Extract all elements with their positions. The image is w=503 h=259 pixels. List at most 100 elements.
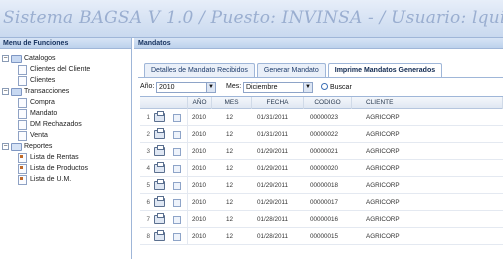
function-tree: − Catalogos Clientes del Cliente Cliente…	[0, 49, 131, 185]
row-number: 7	[146, 216, 150, 223]
document-icon	[18, 109, 27, 119]
table-row[interactable]: 5 2010 12 01/29/2011 00000018 AGRICORP	[140, 177, 503, 194]
tab-detalles-mandato-recibidos[interactable]: Detalles de Mandato Recibidos	[144, 63, 255, 77]
print-icon[interactable]	[154, 230, 165, 241]
print-icon[interactable]	[154, 111, 165, 122]
tab-imprime-mandatos-generados[interactable]: Imprime Mandatos Generados	[327, 63, 443, 77]
tree-item-venta[interactable]: Venta	[0, 130, 131, 141]
tab-generar-mandato[interactable]: Generar Mandato	[256, 63, 326, 77]
row-select-box[interactable]	[173, 199, 181, 207]
row-number: 2	[146, 131, 150, 138]
search-button[interactable]: Buscar	[321, 82, 352, 93]
cell-mes: 12	[226, 131, 234, 138]
tree-node-reportes[interactable]: − Reportes	[0, 141, 131, 152]
cell-mes: 12	[226, 114, 234, 121]
column-header-mes[interactable]: MES	[212, 97, 252, 109]
column-header-fecha[interactable]: FECHA	[252, 97, 304, 109]
tree-item-compra[interactable]: Compra	[0, 97, 131, 108]
table-row[interactable]: 4 2010 12 01/29/2011 00000020 AGRICORP	[140, 160, 503, 177]
mandatos-grid: AÑO MES FECHA CODIGO CLIENTE 1 2010 12 01/3…	[140, 96, 503, 256]
column-divider	[187, 228, 188, 245]
cell-mes: 12	[226, 182, 234, 189]
row-select-box[interactable]	[173, 165, 181, 173]
chevron-down-icon[interactable]: ▼	[206, 83, 215, 92]
print-icon[interactable]	[154, 162, 165, 173]
chevron-down-icon[interactable]: ▼	[303, 83, 312, 92]
row-select-box[interactable]	[173, 182, 181, 190]
table-row[interactable]: 3 2010 12 01/29/2011 00000021 AGRICORP	[140, 143, 503, 160]
column-divider	[187, 143, 188, 160]
cell-fecha: 01/29/2011	[257, 148, 289, 155]
tree-item-lista-de-productos[interactable]: Lista de Productos	[0, 163, 131, 174]
row-select-box[interactable]	[173, 148, 181, 156]
tree-label: Lista de U.M.	[30, 176, 72, 183]
table-row[interactable]: 1 2010 12 01/31/2011 00000023 AGRICORP	[140, 109, 503, 126]
column-header-cliente[interactable]: CLIENTE	[352, 97, 503, 109]
column-divider	[187, 160, 188, 177]
cell-ano: 2010	[192, 199, 207, 206]
tree-item-dm-rechazados[interactable]: DM Rechazados	[0, 119, 131, 130]
app-title: Sistema BAGSA V 1.0 / Puesto: INVINSA - …	[3, 8, 503, 28]
tree-label: Compra	[30, 99, 55, 106]
collapse-toggle-icon[interactable]: −	[2, 88, 9, 95]
month-select[interactable]: Diciembre ▼	[243, 82, 313, 93]
cell-mes: 12	[226, 148, 234, 155]
search-label: Buscar	[330, 84, 352, 91]
table-row[interactable]: 8 2010 12 01/28/2011 00000015 AGRICORP	[140, 228, 503, 245]
document-icon	[18, 65, 27, 75]
collapse-toggle-icon[interactable]: −	[2, 143, 9, 150]
print-icon[interactable]	[154, 179, 165, 190]
row-number: 4	[146, 165, 150, 172]
cell-mes: 12	[226, 199, 234, 206]
row-select-box[interactable]	[173, 216, 181, 224]
tree-item-lista-de-rentas[interactable]: Lista de Rentas	[0, 152, 131, 163]
print-icon[interactable]	[154, 196, 165, 207]
print-icon[interactable]	[154, 128, 165, 139]
cell-cliente: AGRICORP	[366, 199, 400, 206]
header-spacer	[140, 97, 188, 109]
collapse-toggle-icon[interactable]: −	[2, 55, 9, 62]
row-select-box[interactable]	[173, 114, 181, 122]
cell-codigo: 00000015	[310, 233, 339, 240]
cell-codigo: 00000022	[310, 131, 339, 138]
report-icon	[18, 175, 27, 185]
table-row[interactable]: 2 2010 12 01/31/2011 00000022 AGRICORP	[140, 126, 503, 143]
month-select-value: Diciembre	[246, 84, 278, 91]
tree-item-clientes-del-cliente[interactable]: Clientes del Cliente	[0, 64, 131, 75]
print-icon[interactable]	[154, 213, 165, 224]
cell-ano: 2010	[192, 216, 207, 223]
column-divider	[187, 109, 188, 126]
year-select[interactable]: 2010 ▼	[156, 82, 216, 93]
column-header-ano[interactable]: AÑO	[188, 97, 212, 109]
print-icon[interactable]	[154, 145, 165, 156]
grid-header: AÑO MES FECHA CODIGO CLIENTE	[140, 97, 503, 109]
column-header-codigo[interactable]: CODIGO	[304, 97, 352, 109]
cell-codigo: 00000016	[310, 216, 339, 223]
folder-icon	[11, 88, 22, 96]
tree-item-lista-de-um[interactable]: Lista de U.M.	[0, 174, 131, 185]
tree-node-transacciones[interactable]: − Transacciones	[0, 86, 131, 97]
cell-ano: 2010	[192, 165, 207, 172]
cell-fecha: 01/31/2011	[257, 114, 289, 121]
document-icon	[18, 76, 27, 86]
row-select-box[interactable]	[173, 131, 181, 139]
cell-fecha: 01/29/2011	[257, 199, 289, 206]
row-number: 6	[146, 199, 150, 206]
row-number: 8	[146, 233, 150, 240]
table-row[interactable]: 6 2010 12 01/29/2011 00000017 AGRICORP	[140, 194, 503, 211]
cell-ano: 2010	[192, 131, 207, 138]
row-select-box[interactable]	[173, 233, 181, 241]
tree-node-catalogos[interactable]: − Catalogos	[0, 53, 131, 64]
tree-label: Transacciones	[24, 88, 70, 95]
table-row[interactable]: 7 2010 12 01/28/2011 00000016 AGRICORP	[140, 211, 503, 228]
tree-label: Clientes	[30, 77, 56, 84]
tree-item-clientes[interactable]: Clientes	[0, 75, 131, 86]
mandatos-tabs: Detalles de Mandato Recibidos Generar Ma…	[144, 63, 444, 77]
cell-codigo: 00000020	[310, 165, 339, 172]
app-header: Sistema BAGSA V 1.0 / Puesto: INVINSA - …	[0, 0, 503, 38]
row-number: 1	[146, 114, 150, 121]
report-icon	[18, 153, 27, 163]
folder-icon	[11, 55, 22, 63]
tree-item-mandato[interactable]: Mandato	[0, 108, 131, 119]
cell-cliente: AGRICORP	[366, 216, 400, 223]
